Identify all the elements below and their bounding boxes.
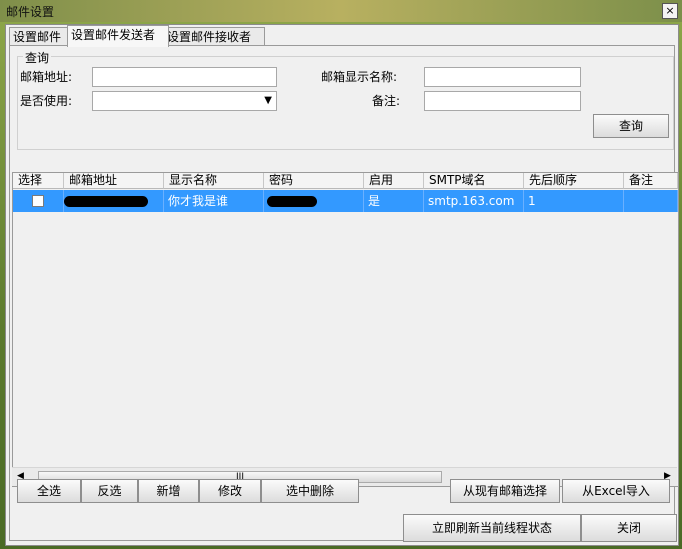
column-header-password[interactable]: 密码 xyxy=(264,173,364,189)
edit-button[interactable]: 修改 xyxy=(199,479,261,503)
enabled-cell: 是 xyxy=(364,190,424,212)
smtp-cell: smtp.163.com xyxy=(424,190,524,212)
tab-set-mail[interactable]: 设置邮件 xyxy=(9,27,73,46)
column-header-order[interactable]: 先后顺序 xyxy=(524,173,624,189)
password-cell xyxy=(264,190,364,212)
display-name-input[interactable] xyxy=(424,67,581,87)
remark-label: 备注: xyxy=(372,94,401,108)
display-name-label: 邮箱显示名称: xyxy=(321,70,398,84)
use-label: 是否使用: xyxy=(20,94,73,108)
remark-input[interactable] xyxy=(424,91,581,111)
query-button[interactable]: 查询 xyxy=(593,114,669,138)
column-header-remark[interactable]: 备注 xyxy=(624,173,678,189)
column-header-select[interactable]: 选择 xyxy=(13,173,64,189)
email-cell xyxy=(64,190,164,212)
column-header-display-name[interactable]: 显示名称 xyxy=(164,173,264,189)
redaction-mark xyxy=(267,196,317,207)
close-icon[interactable]: × xyxy=(662,3,678,19)
column-header-email[interactable]: 邮箱地址 xyxy=(64,173,164,189)
remark-cell xyxy=(624,190,678,212)
order-cell: 1 xyxy=(524,190,624,212)
close-button[interactable]: 关闭 xyxy=(581,514,677,542)
invert-selection-button[interactable]: 反选 xyxy=(81,479,138,503)
column-header-enabled[interactable]: 启用 xyxy=(364,173,424,189)
table-row[interactable]: 你才我是谁 是 smtp.163.com 1 xyxy=(13,190,678,212)
chevron-down-icon: ▼ xyxy=(264,95,272,106)
use-select[interactable]: ▼ xyxy=(92,91,277,111)
query-groupbox: 查询 邮箱地址: 邮箱显示名称: 是否使用: ▼ 备注: 查询 xyxy=(17,49,674,150)
display-name-cell: 你才我是谁 xyxy=(164,190,264,212)
title-bar: 邮件设置 × xyxy=(0,0,682,22)
column-header-smtp[interactable]: SMTP域名 xyxy=(424,173,524,189)
tab-set-sender[interactable]: 设置邮件发送者 xyxy=(67,25,169,47)
email-input[interactable] xyxy=(92,67,277,87)
row-checkbox[interactable] xyxy=(32,195,44,207)
tab-set-receiver[interactable]: 设置邮件接收者 xyxy=(163,27,265,46)
select-all-button[interactable]: 全选 xyxy=(17,479,81,503)
refresh-thread-status-button[interactable]: 立即刷新当前线程状态 xyxy=(403,514,581,542)
mail-settings-window: 邮件设置 × 设置邮件 设置邮件发送者 设置邮件接收者 查询 邮箱地址: 邮箱显… xyxy=(0,0,682,549)
sender-table: 选择 邮箱地址 显示名称 密码 启用 SMTP域名 先后顺序 备注 你才我是谁 xyxy=(12,172,679,487)
add-button[interactable]: 新增 xyxy=(138,479,199,503)
select-cell xyxy=(13,190,64,212)
choose-existing-mailbox-button[interactable]: 从现有邮箱选择 xyxy=(450,479,560,503)
window-title: 邮件设置 xyxy=(6,5,55,19)
query-group-label: 查询 xyxy=(23,49,52,66)
email-label: 邮箱地址: xyxy=(20,70,73,84)
import-excel-button[interactable]: 从Excel导入 xyxy=(562,479,670,503)
delete-selected-button[interactable]: 选中删除 xyxy=(261,479,359,503)
redaction-mark xyxy=(64,196,148,207)
window-client-area: 设置邮件 设置邮件发送者 设置邮件接收者 查询 邮箱地址: 邮箱显示名称: 是否… xyxy=(5,24,679,546)
